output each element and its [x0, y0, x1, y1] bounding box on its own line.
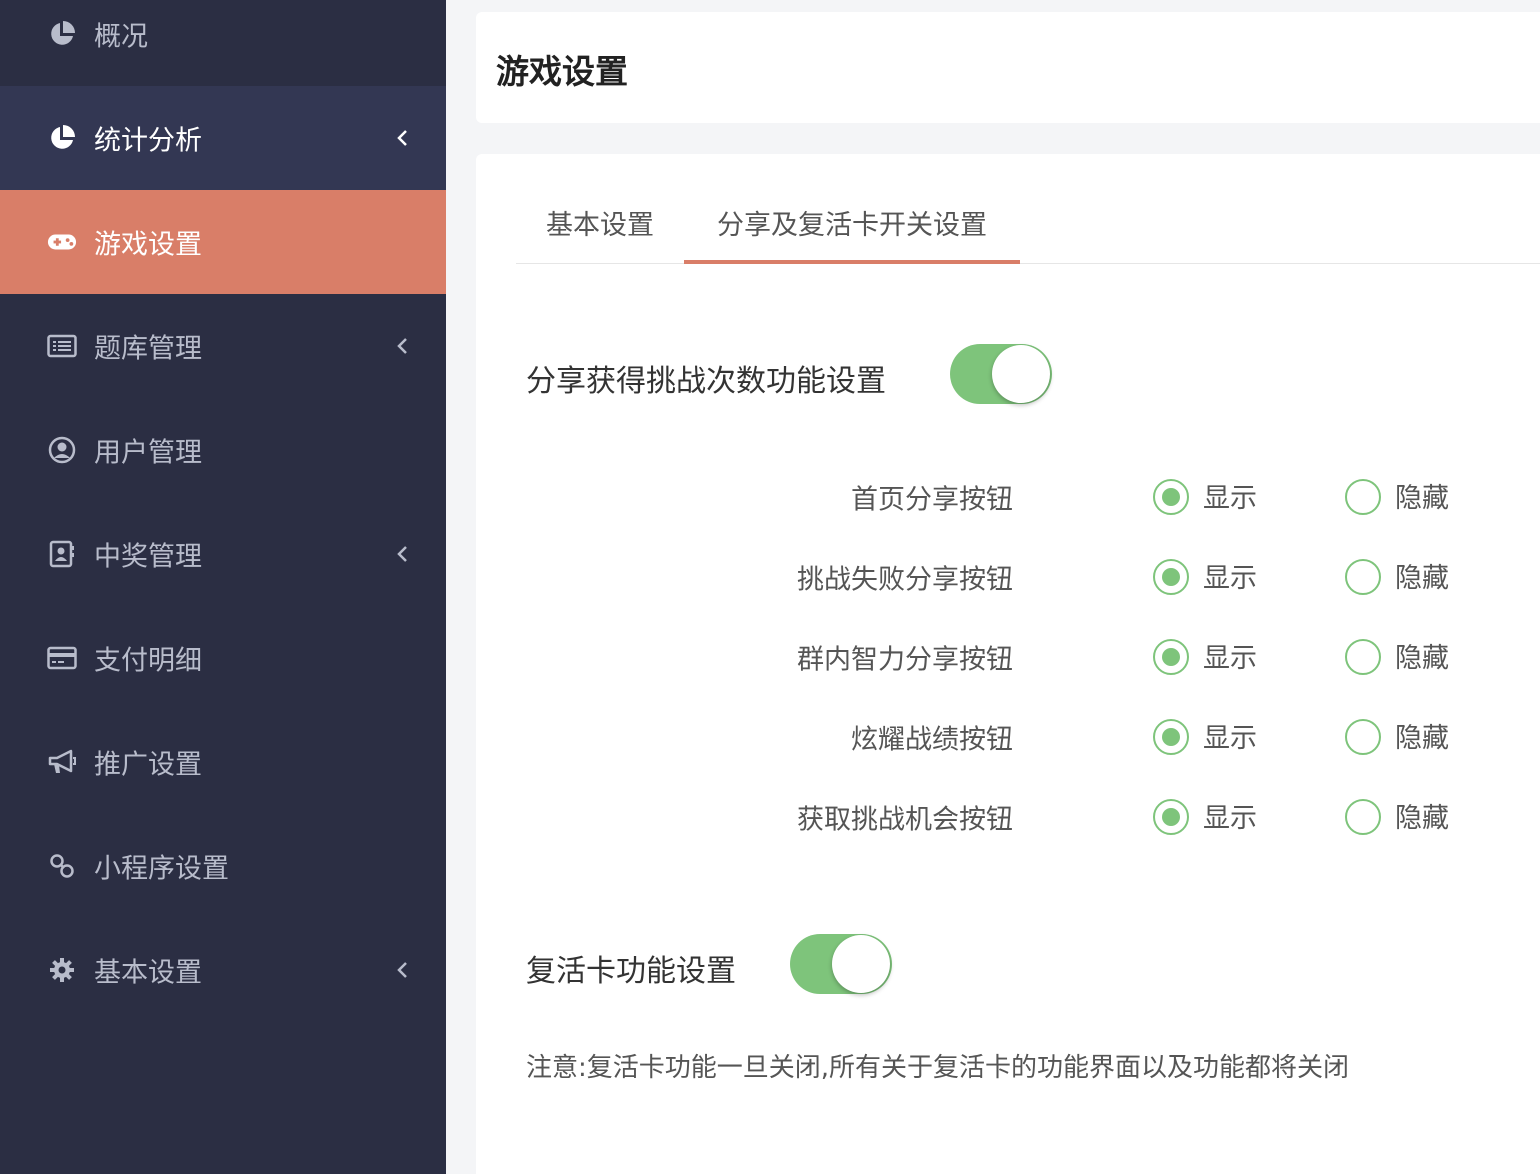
megaphone-icon: [47, 747, 77, 777]
toggle-knob: [832, 935, 890, 993]
sidebar-item-promotion-settings[interactable]: 推广设置: [0, 710, 446, 814]
link-icon: [47, 851, 77, 881]
sidebar-item-label: 概况: [94, 21, 148, 53]
radio-hide-label[interactable]: 隐藏: [1395, 716, 1449, 755]
sidebar-item-question-bank[interactable]: 题库管理: [0, 294, 446, 398]
radio-hide[interactable]: [1345, 479, 1381, 515]
sidebar-item-label: 题库管理: [94, 333, 202, 365]
sidebar-item-miniprogram-settings[interactable]: 小程序设置: [0, 814, 446, 918]
radio-show-label[interactable]: 显示: [1203, 636, 1257, 675]
gear-icon: [47, 955, 77, 985]
option-row-home-share: 首页分享按钮 显示 隐藏: [476, 467, 1540, 527]
tab-share-revive-settings[interactable]: 分享及复活卡开关设置: [684, 202, 1020, 264]
radio-show[interactable]: [1153, 639, 1189, 675]
option-row-showoff: 炫耀战绩按钮 显示 隐藏: [476, 707, 1540, 767]
option-label: 群内智力分享按钮: [797, 644, 1013, 676]
pie-chart-icon: [47, 19, 77, 49]
option-row-fail-share: 挑战失败分享按钮 显示 隐藏: [476, 547, 1540, 607]
share-feature-toggle[interactable]: [950, 344, 1052, 404]
radio-hide-label[interactable]: 隐藏: [1395, 556, 1449, 595]
revive-section-label: 复活卡功能设置: [526, 954, 736, 989]
sidebar: 概况 统计分析 游戏设置 题库管理 用户管理 中奖管理 支付明细 推广设置 小程…: [0, 0, 446, 1174]
page-header: 游戏设置: [476, 12, 1540, 123]
option-label: 获取挑战机会按钮: [797, 804, 1013, 836]
option-row-get-chance: 获取挑战机会按钮 显示 隐藏: [476, 787, 1540, 847]
radio-hide[interactable]: [1345, 799, 1381, 835]
tab-bar: 基本设置 分享及复活卡开关设置: [516, 202, 1540, 264]
sidebar-item-label: 推广设置: [94, 749, 202, 781]
sidebar-item-label: 中奖管理: [94, 541, 202, 573]
settings-panel: 基本设置 分享及复活卡开关设置 分享获得挑战次数功能设置 首页分享按钮 显示 隐…: [476, 154, 1540, 1174]
contact-card-icon: [47, 539, 77, 569]
radio-show[interactable]: [1153, 719, 1189, 755]
option-label: 首页分享按钮: [851, 484, 1013, 516]
chevron-left-icon: [392, 336, 412, 356]
radio-show-label[interactable]: 显示: [1203, 556, 1257, 595]
chevron-left-icon: [392, 960, 412, 980]
share-section-label: 分享获得挑战次数功能设置: [526, 364, 886, 399]
radio-hide[interactable]: [1345, 639, 1381, 675]
sidebar-item-label: 基本设置: [94, 957, 202, 989]
toggle-knob: [992, 345, 1050, 403]
sidebar-item-label: 支付明细: [94, 645, 202, 677]
page-title: 游戏设置: [496, 52, 628, 91]
sidebar-item-label: 统计分析: [94, 125, 202, 157]
radio-show[interactable]: [1153, 559, 1189, 595]
revive-note: 注意:复活卡功能一旦关闭,所有关于复活卡的功能界面以及功能都将关闭: [526, 1053, 1350, 1083]
user-circle-icon: [47, 435, 77, 465]
sidebar-item-payment-details[interactable]: 支付明细: [0, 606, 446, 710]
tab-basic-settings[interactable]: 基本设置: [516, 202, 684, 264]
sidebar-item-basic-settings[interactable]: 基本设置: [0, 918, 446, 1022]
chevron-left-icon: [392, 128, 412, 148]
list-icon: [47, 331, 77, 361]
option-label: 炫耀战绩按钮: [851, 724, 1013, 756]
chevron-left-icon: [392, 544, 412, 564]
sidebar-item-label: 小程序设置: [94, 853, 229, 885]
radio-hide[interactable]: [1345, 719, 1381, 755]
radio-hide-label[interactable]: 隐藏: [1395, 476, 1449, 515]
radio-hide[interactable]: [1345, 559, 1381, 595]
option-row-group-share: 群内智力分享按钮 显示 隐藏: [476, 627, 1540, 687]
sidebar-item-label: 游戏设置: [94, 229, 202, 261]
revive-feature-toggle[interactable]: [790, 934, 892, 994]
radio-show-label[interactable]: 显示: [1203, 716, 1257, 755]
credit-card-icon: [47, 643, 77, 673]
radio-hide-label[interactable]: 隐藏: [1395, 796, 1449, 835]
radio-show[interactable]: [1153, 479, 1189, 515]
option-label: 挑战失败分享按钮: [797, 564, 1013, 596]
radio-show-label[interactable]: 显示: [1203, 796, 1257, 835]
radio-show-label[interactable]: 显示: [1203, 476, 1257, 515]
sidebar-item-user-management[interactable]: 用户管理: [0, 398, 446, 502]
radio-show[interactable]: [1153, 799, 1189, 835]
radio-hide-label[interactable]: 隐藏: [1395, 636, 1449, 675]
gamepad-icon: [47, 227, 77, 257]
sidebar-item-prize-management[interactable]: 中奖管理: [0, 502, 446, 606]
pie-chart-icon: [47, 123, 77, 153]
sidebar-item-label: 用户管理: [94, 437, 202, 469]
sidebar-item-game-settings[interactable]: 游戏设置: [0, 190, 446, 294]
sidebar-item-statistics[interactable]: 统计分析: [0, 86, 446, 190]
sidebar-item-overview[interactable]: 概况: [0, 0, 446, 86]
